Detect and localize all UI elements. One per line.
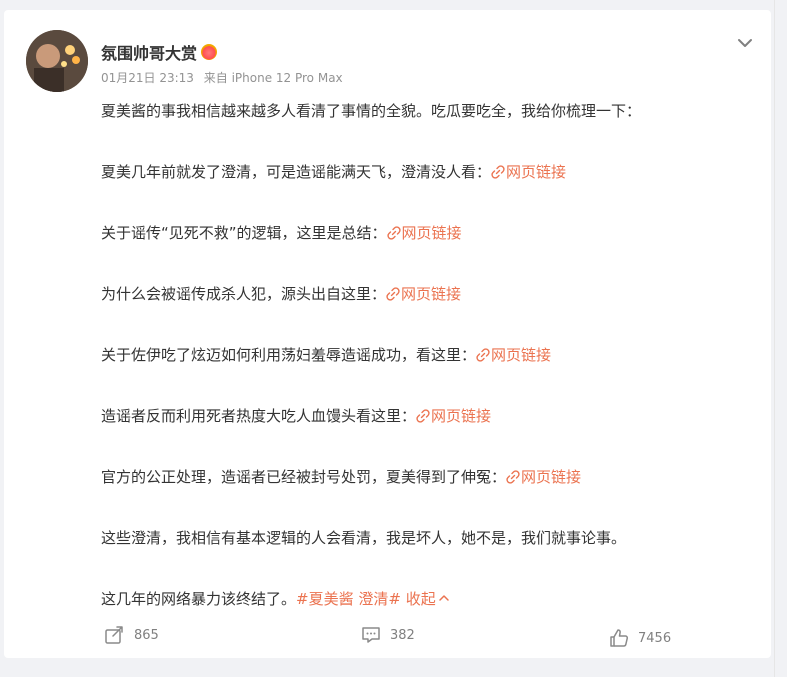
- link-icon: [416, 409, 430, 423]
- post-actions: 865 382 7456: [4, 626, 771, 660]
- link-icon: [386, 287, 400, 301]
- web-link-label: 网页链接: [506, 163, 567, 181]
- like-count: 7456: [638, 630, 672, 646]
- paragraph-text: 关于佐伊吃了炫迈如何利用荡妇羞辱造谣成功，看这里：: [101, 346, 477, 364]
- link-icon: [476, 348, 490, 362]
- post-timestamp[interactable]: 01月21日 23:13: [101, 71, 194, 85]
- paragraph-text: 关于谣传“见死不救”的逻辑，这里是总结：: [101, 224, 387, 242]
- page-scrollbar[interactable]: [774, 0, 787, 677]
- chevron-up-icon: [438, 595, 449, 601]
- web-link[interactable]: 网页链接: [386, 224, 462, 242]
- vip-heart-badge-icon: [201, 44, 218, 60]
- repost-count: 865: [134, 627, 159, 643]
- web-link[interactable]: 网页链接: [506, 468, 581, 486]
- repost-icon: [105, 626, 123, 644]
- post-intro: 夏美酱的事我相信越来越多人看清了事情的全貌。吃瓜要吃全，我给你梳理一下：: [101, 102, 642, 120]
- username[interactable]: 氛围帅哥大赏: [101, 40, 197, 64]
- post-source: 来自 iPhone 12 Pro Max: [203, 71, 343, 85]
- collapse-label: 收起: [405, 590, 436, 608]
- like-button[interactable]: 7456: [608, 627, 671, 649]
- avatar[interactable]: [26, 30, 88, 92]
- web-link[interactable]: 网页链接: [386, 285, 461, 303]
- web-link-label: 网页链接: [491, 346, 552, 364]
- paragraph-text: 夏美几年前就发了澄清，可是造谣能满天飞，澄清没人看：: [101, 163, 492, 181]
- post-paragraph: 官方的公正处理，造谣者已经被封号处罚，夏美得到了伸冤： 网页链接: [101, 467, 581, 487]
- post-paragraph: 为什么会被谣传成杀人犯，源头出自这里： 网页链接: [101, 284, 461, 304]
- link-icon: [491, 165, 505, 179]
- post-paragraph: 关于佐伊吃了炫迈如何利用荡妇羞辱造谣成功，看这里： 网页链接: [101, 345, 551, 365]
- post-paragraph: 关于谣传“见死不救”的逻辑，这里是总结： 网页链接: [101, 223, 462, 243]
- chevron-down-icon[interactable]: [734, 32, 756, 54]
- link-icon: [386, 226, 401, 240]
- comment-icon: [362, 627, 380, 643]
- comment-button[interactable]: 382: [360, 625, 415, 645]
- web-link-label: 网页链接: [431, 407, 492, 425]
- paragraph-text: 官方的公正处理，造谣者已经被封号处罚，夏美得到了伸冤：: [101, 468, 507, 486]
- link-icon: [506, 470, 520, 484]
- post-paragraph: 造谣者反而利用死者热度大吃人血馒头看这里： 网页链接: [101, 406, 491, 426]
- weibo-post-card: 氛围帅哥大赏 01月21日 23:13 来自 iPhone 12 Pro Max…: [4, 10, 771, 658]
- web-link-label: 网页链接: [401, 285, 462, 303]
- paragraph-text: 造谣者反而利用死者热度大吃人血馒头看这里：: [101, 407, 417, 425]
- post-closing: 这些澄清，我相信有基本逻辑的人会看清，我是坏人，她不是，我们就事论事。: [101, 529, 627, 547]
- topic-hashtag[interactable]: #夏美酱 澄清#: [296, 590, 401, 608]
- web-link[interactable]: 网页链接: [491, 163, 566, 181]
- web-link-label: 网页链接: [401, 224, 462, 242]
- web-link[interactable]: 网页链接: [476, 346, 551, 364]
- comment-count: 382: [390, 627, 415, 643]
- collapse-button[interactable]: 收起: [406, 590, 450, 608]
- post-paragraph: 夏美几年前就发了澄清，可是造谣能满天飞，澄清没人看： 网页链接: [101, 162, 566, 182]
- web-link-label: 网页链接: [521, 468, 582, 486]
- final-text: 这几年的网络暴力该终结了。: [101, 590, 297, 608]
- post-meta: 01月21日 23:13 来自 iPhone 12 Pro Max: [101, 69, 349, 86]
- paragraph-text: 为什么会被谣传成杀人犯，源头出自这里：: [101, 285, 387, 303]
- repost-button[interactable]: 865: [104, 625, 159, 645]
- post-final-line: 这几年的网络暴力该终结了。#夏美酱 澄清# 收起: [101, 589, 450, 609]
- web-link[interactable]: 网页链接: [416, 407, 491, 425]
- thumbs-up-icon: [610, 629, 629, 647]
- post-author: 氛围帅哥大赏: [101, 40, 218, 64]
